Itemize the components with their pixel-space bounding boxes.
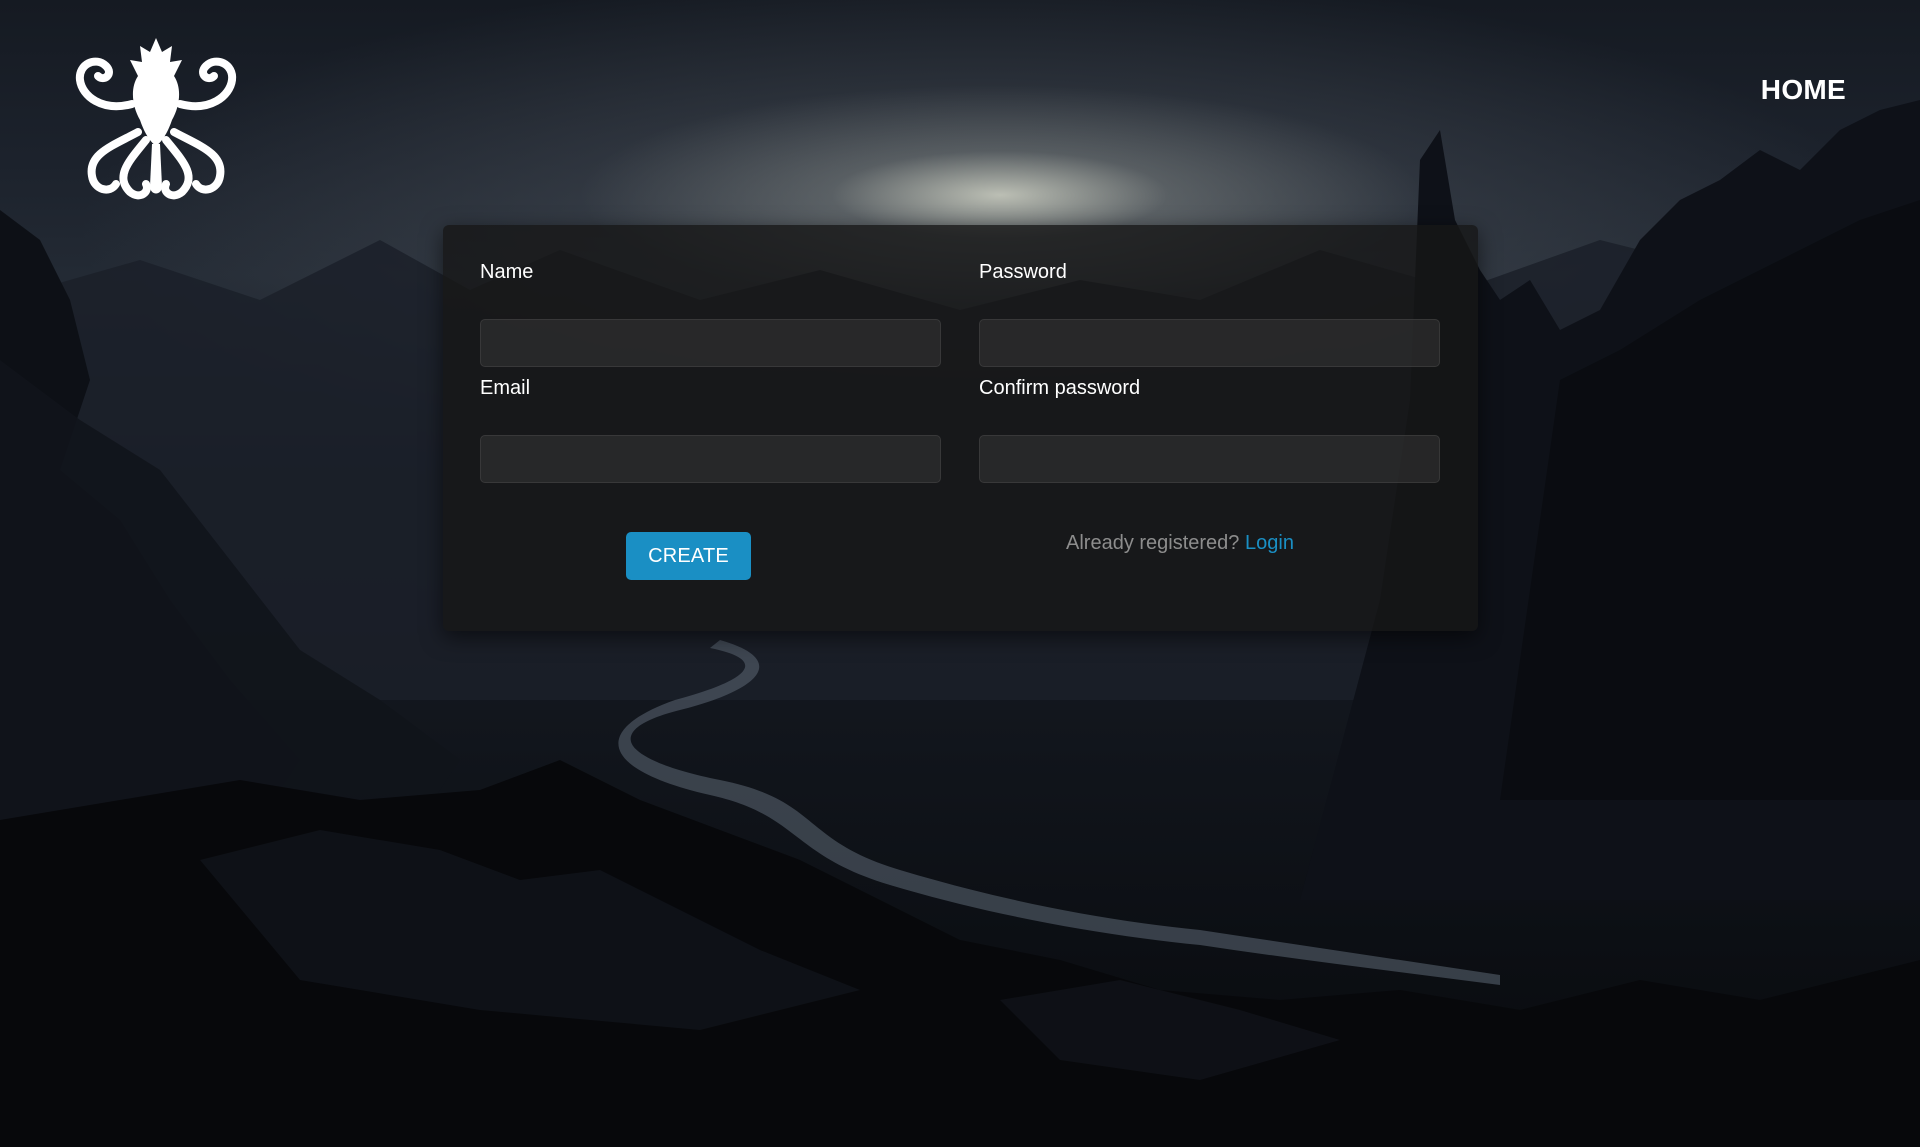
name-input[interactable] bbox=[480, 319, 941, 367]
name-label: Name bbox=[480, 261, 534, 283]
confirm-password-label: Confirm password bbox=[979, 377, 1141, 399]
email-input[interactable] bbox=[480, 435, 941, 483]
password-input[interactable] bbox=[979, 319, 1440, 367]
confirm-password-input[interactable] bbox=[979, 435, 1440, 483]
login-link[interactable]: Login bbox=[1245, 532, 1294, 554]
kraken-logo-graphic bbox=[75, 38, 237, 200]
email-label: Email bbox=[480, 377, 531, 399]
kraken-logo-icon[interactable] bbox=[72, 36, 240, 204]
already-registered-text: Already registered? bbox=[1066, 532, 1240, 554]
register-form: Name Password Email Confirm password CRE… bbox=[443, 225, 1478, 631]
login-prompt: Already registered? Login bbox=[1066, 532, 1294, 555]
nav-home-link[interactable]: HOME bbox=[1761, 74, 1846, 106]
create-button[interactable]: CREATE bbox=[626, 532, 751, 580]
password-label: Password bbox=[979, 261, 1067, 283]
